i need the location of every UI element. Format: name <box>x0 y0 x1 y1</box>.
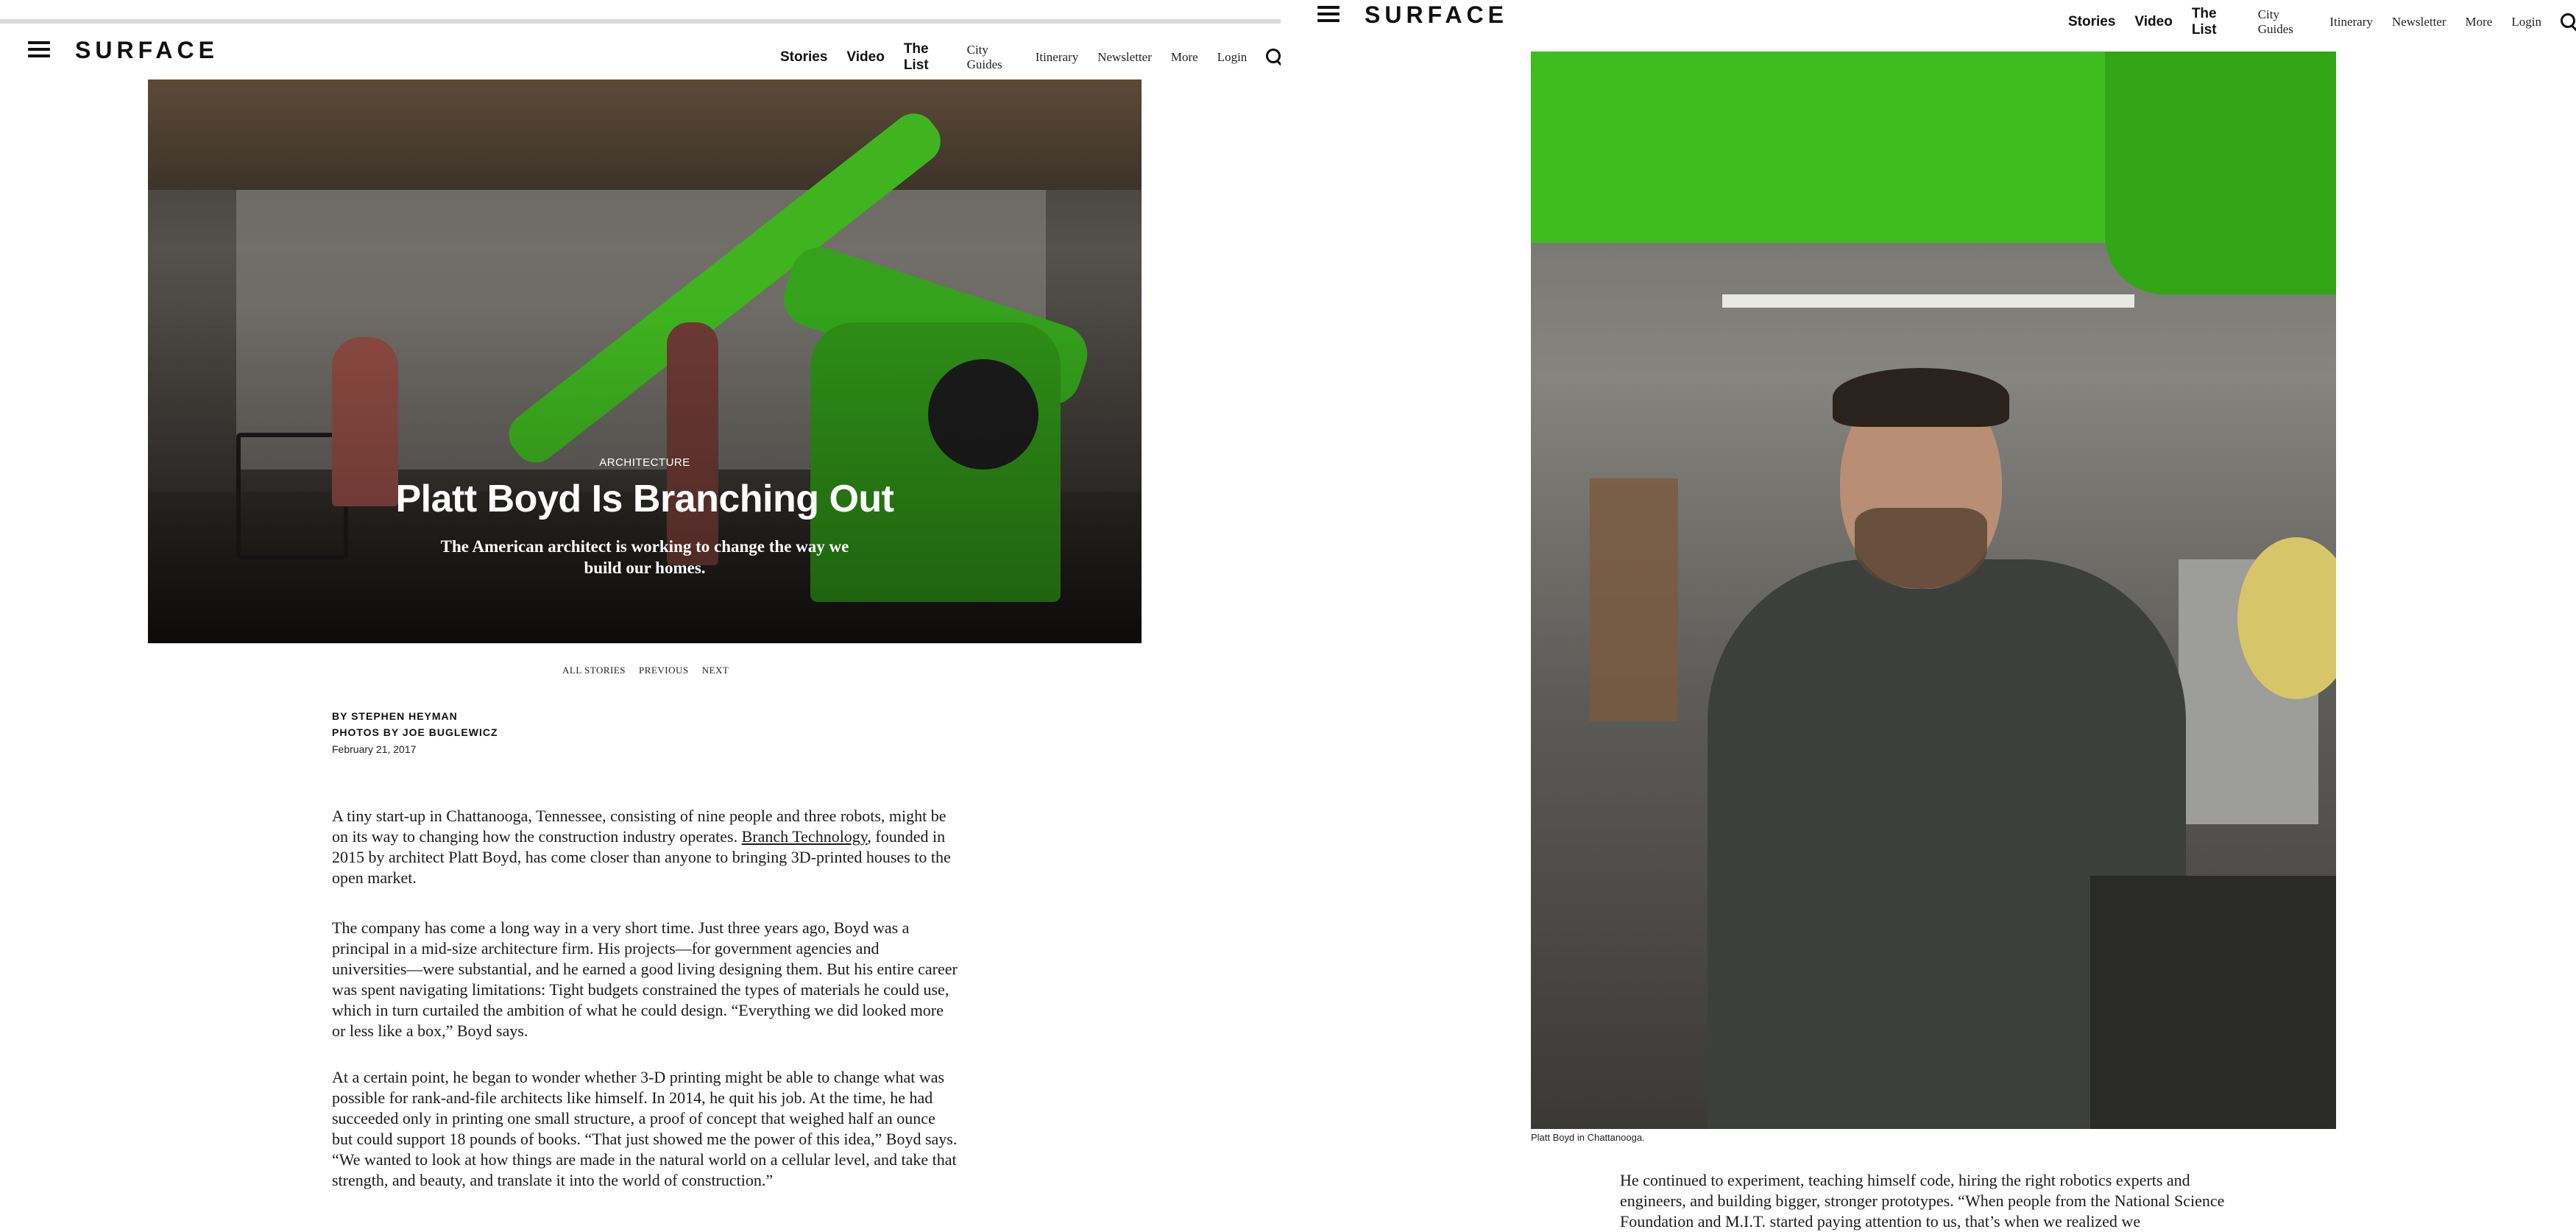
nav-item-itinerary[interactable]: Itinerary <box>2329 15 2373 29</box>
nav-item-itinerary[interactable]: Itinerary <box>1036 50 1079 65</box>
publish-date: February 21, 2017 <box>332 743 417 755</box>
photo-beard <box>1855 508 1987 589</box>
nav-item-video[interactable]: Video <box>846 49 884 66</box>
main-nav: Stories Video The List City Guides Itine… <box>2068 6 2576 38</box>
author-credit[interactable]: BY STEPHEN HEYMAN <box>332 708 498 724</box>
hamburger-icon[interactable] <box>1317 6 1340 22</box>
nav-item-the-list[interactable]: The List <box>904 41 948 74</box>
page-title: Platt Boyd Is Branching Out <box>395 478 895 520</box>
photo-light <box>1722 294 2134 308</box>
nav-item-login[interactable]: Login <box>1217 50 1248 65</box>
photo-hair <box>1833 368 2009 427</box>
next-link[interactable]: NEXT <box>702 665 729 676</box>
nav-item-city-guides[interactable]: City Guides <box>967 43 1016 72</box>
search-icon[interactable] <box>1266 49 1281 66</box>
photo-robot-joint <box>2105 52 2336 294</box>
left-page-view: SURFACE Stories Video The List City Guid… <box>0 0 1281 1231</box>
photo-rail <box>2090 876 2336 1129</box>
portrait-photo <box>1531 52 2336 1129</box>
hero-subtitle: The American architect is working to cha… <box>440 537 849 577</box>
hamburger-icon[interactable] <box>28 41 50 57</box>
nav-item-city-guides[interactable]: City Guides <box>2258 7 2311 37</box>
nav-item-video[interactable]: Video <box>2134 14 2172 30</box>
search-icon[interactable] <box>2560 13 2576 31</box>
site-logo[interactable]: SURFACE <box>1365 1 1508 29</box>
photo-shelf <box>1590 478 1678 721</box>
article-paragraph-1: A tiny start-up in Chattanooga, Tennesse… <box>332 806 958 888</box>
byline: BY STEPHEN HEYMAN PHOTOS BY JOE BUGLEWIC… <box>332 708 498 740</box>
nav-item-stories[interactable]: Stories <box>780 49 827 66</box>
photo-credit[interactable]: PHOTOS BY JOE BUGLEWICZ <box>332 724 498 740</box>
article-paragraph-3: At a certain point, he began to wonder w… <box>332 1068 958 1189</box>
previous-link[interactable]: PREVIOUS <box>639 665 689 676</box>
nav-item-newsletter[interactable]: Newsletter <box>2392 15 2446 29</box>
site-header: SURFACE Stories Video The List City Guid… <box>1295 0 2576 38</box>
nav-item-stories[interactable]: Stories <box>2068 14 2115 30</box>
main-nav: Stories Video The List City Guides Itine… <box>780 41 1281 74</box>
article-paragraph-4: He continued to experiment, teaching him… <box>1620 1171 2225 1231</box>
branch-technology-link[interactable]: Branch Technology <box>742 827 868 846</box>
nav-item-newsletter[interactable]: Newsletter <box>1097 50 1152 65</box>
photo-caption: Platt Boyd in Chattanooga. <box>1531 1132 1645 1143</box>
nav-item-more[interactable]: More <box>2466 15 2493 29</box>
all-stories-link[interactable]: ALL STORIES <box>562 665 626 676</box>
site-logo[interactable]: SURFACE <box>75 37 219 64</box>
article-paragraph-2: The company has come a long way in a ver… <box>332 918 958 1040</box>
nav-item-more[interactable]: More <box>1171 50 1198 65</box>
nav-item-the-list[interactable]: The List <box>2192 6 2239 38</box>
hero-category[interactable]: ARCHITECTURE <box>148 456 1142 469</box>
nav-item-login[interactable]: Login <box>2511 15 2541 29</box>
horizontal-scrollbar[interactable] <box>0 19 1281 24</box>
hero-image: ARCHITECTURE Platt Boyd Is Branching Out… <box>148 79 1142 643</box>
story-navigation: ALL STORIES PREVIOUS NEXT <box>562 665 729 676</box>
